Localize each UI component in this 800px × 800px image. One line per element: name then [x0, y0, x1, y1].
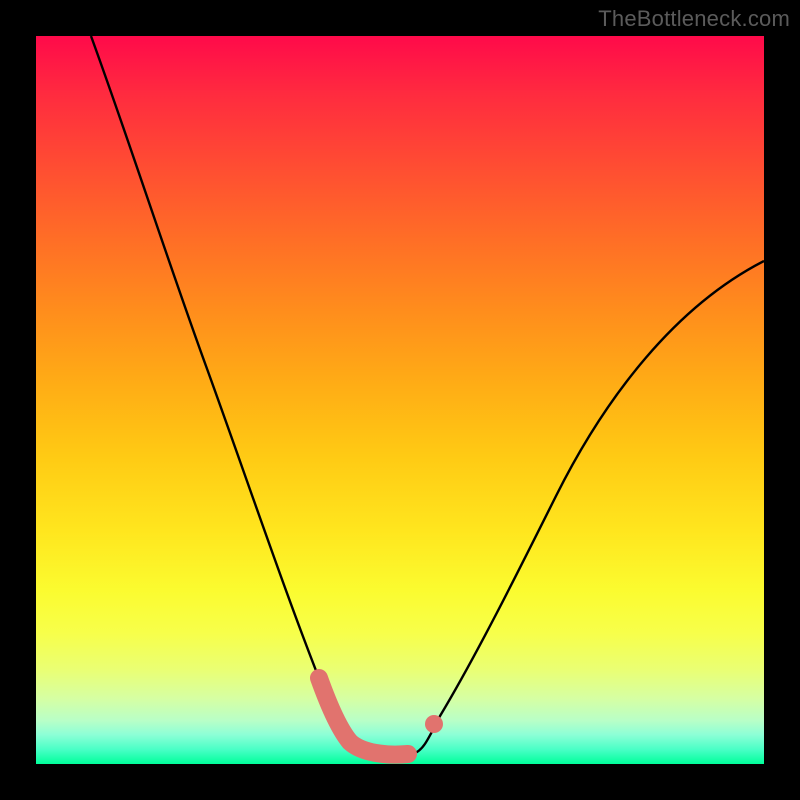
pink-highlight-left — [319, 678, 408, 755]
curve-layer — [36, 36, 764, 764]
black-curve — [91, 36, 764, 754]
pink-highlight-dot — [425, 715, 443, 733]
watermark: TheBottleneck.com — [598, 6, 790, 32]
chart-frame: TheBottleneck.com — [0, 0, 800, 800]
plot-area — [36, 36, 764, 764]
